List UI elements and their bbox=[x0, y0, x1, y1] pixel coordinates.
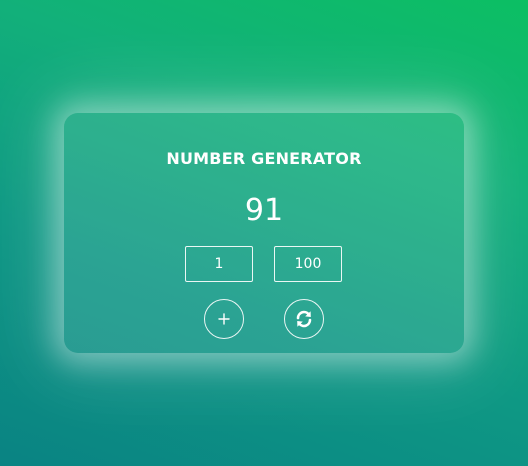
generator-card: NUMBER GENERATOR 91 bbox=[64, 113, 464, 353]
min-value-input[interactable] bbox=[185, 246, 253, 282]
refresh-icon bbox=[296, 310, 312, 328]
max-value-input[interactable] bbox=[274, 246, 342, 282]
generated-number: 91 bbox=[244, 193, 284, 228]
refresh-button[interactable] bbox=[284, 299, 324, 339]
app-title: NUMBER GENERATOR bbox=[166, 149, 362, 168]
generate-button[interactable] bbox=[204, 299, 244, 339]
plus-icon bbox=[218, 313, 230, 325]
